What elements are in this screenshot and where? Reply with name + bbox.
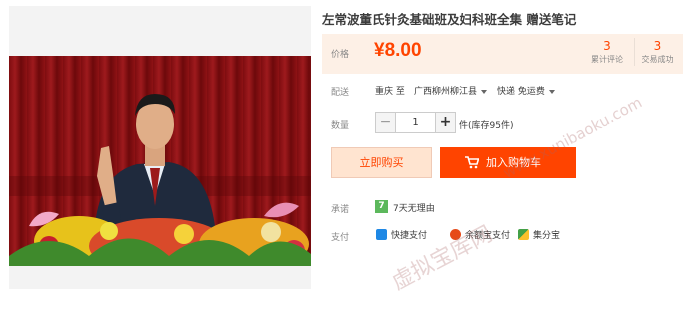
- quantity-increase-button[interactable]: +: [435, 112, 456, 133]
- payment-method-label: 集分宝: [533, 231, 561, 241]
- shipping-destination: 广西柳州柳江县: [414, 87, 478, 97]
- quantity-stepper: − 1 +: [375, 112, 456, 133]
- quick-pay-icon: [376, 229, 387, 240]
- seven-day-return-icon: 7: [375, 200, 388, 213]
- buy-now-button[interactable]: 立即购买: [331, 147, 432, 178]
- price-value: ¥8.00: [374, 40, 422, 61]
- quantity-input[interactable]: 1: [396, 112, 435, 133]
- product-detail-page: 左常波董氏针灸基础班及妇科班全集 赠送笔记 价格 ¥8.00 3 累计评论 3 …: [0, 0, 690, 311]
- promise-label: 承诺: [331, 205, 350, 215]
- shipping-method-select[interactable]: 快递 免运费: [497, 84, 555, 97]
- shipping-method: 快递 免运费: [497, 87, 545, 97]
- shipping-destination-select[interactable]: 广西柳州柳江县: [414, 84, 488, 97]
- quantity-label: 数量: [331, 121, 350, 131]
- quantity-decrease-button[interactable]: −: [375, 112, 396, 133]
- sales-count-label: 交易成功: [641, 55, 674, 64]
- product-photo[interactable]: [9, 56, 311, 266]
- payment-method-label: 快捷支付: [391, 231, 428, 241]
- review-count: 3: [603, 39, 611, 53]
- jifenbao-icon: [518, 229, 529, 240]
- chevron-down-icon: [481, 89, 488, 94]
- payment-method-jifenbao: 集分宝: [518, 228, 560, 241]
- promise-text[interactable]: 7天无理由: [393, 201, 435, 214]
- payment-method-quick: 快捷支付: [376, 228, 427, 241]
- cart-icon: [465, 156, 479, 169]
- review-count-stat[interactable]: 3 累计评论: [584, 38, 630, 66]
- review-count-label: 累计评论: [591, 55, 623, 64]
- product-image-panel: [9, 6, 311, 289]
- shipping-label: 配送: [331, 88, 350, 98]
- sales-count-stat: 3 交易成功: [634, 38, 680, 66]
- price-label: 价格: [331, 50, 350, 60]
- payment-label: 支付: [331, 233, 350, 243]
- shipping-from: 重庆 至: [375, 87, 405, 97]
- chevron-down-icon: [548, 89, 555, 94]
- stock-text: 件(库存95件): [459, 121, 514, 131]
- sales-count: 3: [653, 39, 662, 53]
- price-box: 价格 ¥8.00 3 累计评论 3 交易成功: [322, 34, 683, 74]
- product-title: 左常波董氏针灸基础班及妇科班全集 赠送笔记: [322, 12, 577, 27]
